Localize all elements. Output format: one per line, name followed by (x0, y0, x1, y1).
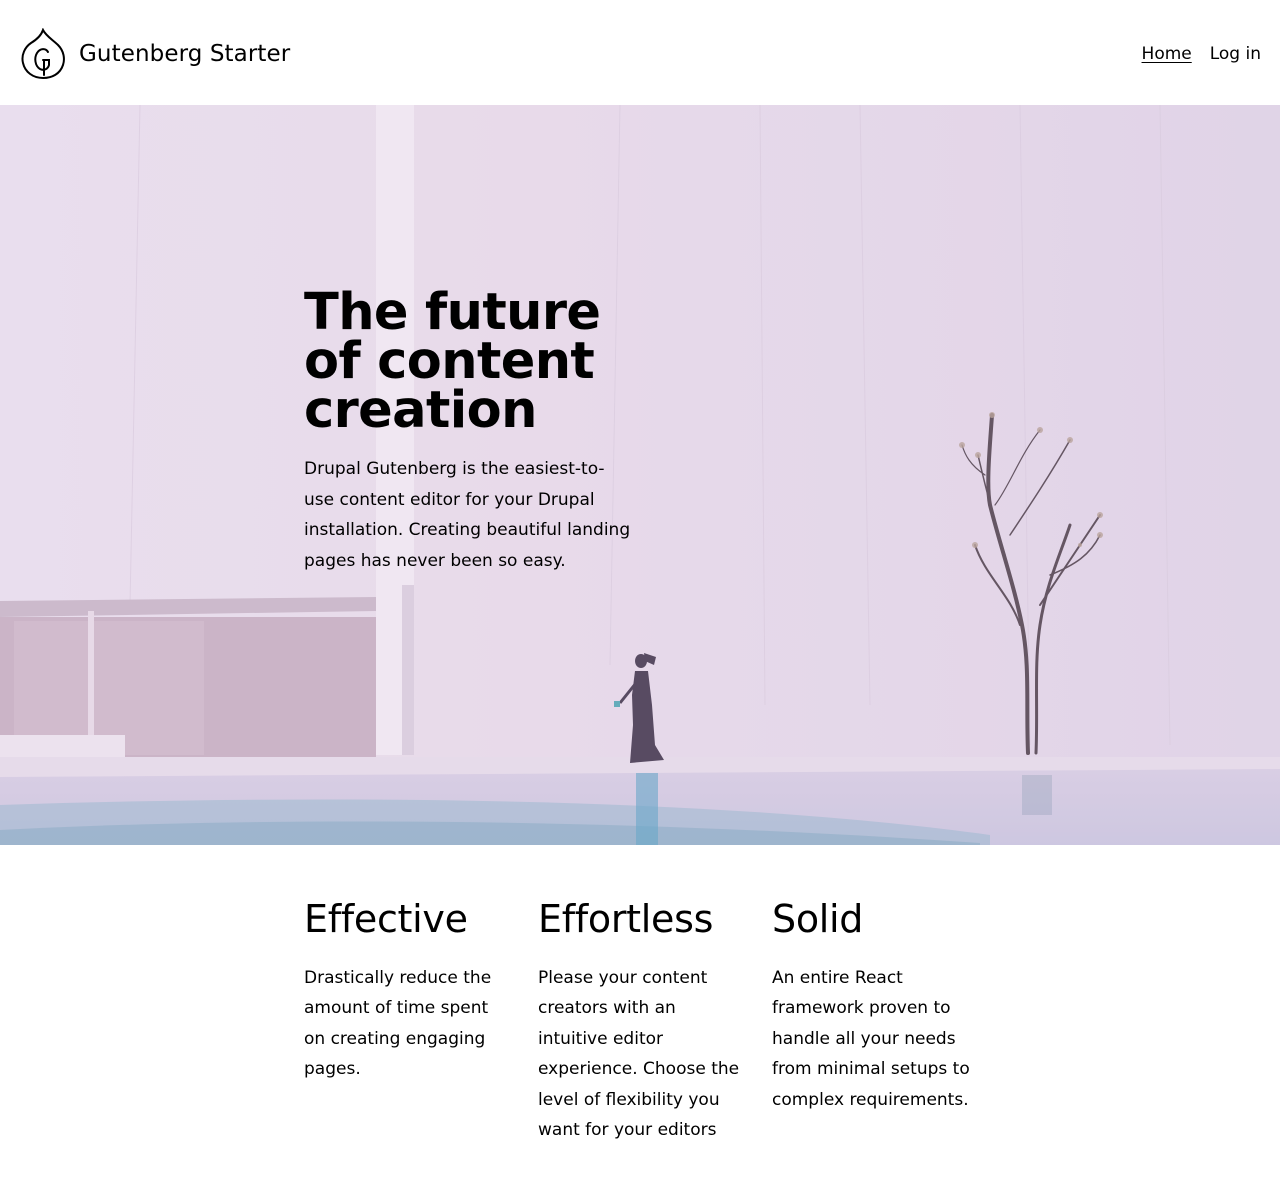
feature-text: Drastically reduce the amount of time sp… (304, 968, 492, 1080)
hero-title-line: of content (304, 332, 595, 391)
hero-title: The future of content creation (304, 283, 634, 440)
feature-title: Effortless (538, 897, 714, 941)
feature-card: Effective Drastically reduce the amount … (304, 893, 538, 1145)
hero-title-line: creation (304, 381, 537, 440)
features-section: Effective Drastically reduce the amount … (304, 893, 1006, 1145)
site-name: Gutenberg Starter (79, 41, 291, 67)
hero-description: Drupal Gutenberg is the easiest-to-use c… (304, 459, 631, 571)
nav-login-link[interactable]: Log in (1210, 44, 1261, 64)
feature-card: Effortless Please your content creators … (538, 893, 772, 1145)
site-branding-link[interactable]: Gutenberg Starter (20, 28, 290, 80)
feature-card: Solid An entire React framework proven t… (772, 893, 1006, 1145)
feature-title: Effective (304, 897, 468, 941)
main-navigation: Home Log in (1124, 44, 1261, 64)
hero-content: The future of content creation Drupal Gu… (304, 283, 634, 576)
feature-title: Solid (772, 897, 864, 941)
hero-title-line: The future (304, 283, 601, 342)
drupal-drop-g-icon (21, 28, 65, 80)
hero-section: The future of content creation Drupal Gu… (0, 105, 1280, 845)
hero-background-image (0, 105, 1280, 845)
nav-home-link[interactable]: Home (1142, 44, 1192, 64)
feature-text: Please your content creators with an int… (538, 968, 740, 1141)
site-header: Gutenberg Starter Home Log in (0, 0, 1280, 105)
feature-text: An entire React framework proven to hand… (772, 968, 970, 1110)
